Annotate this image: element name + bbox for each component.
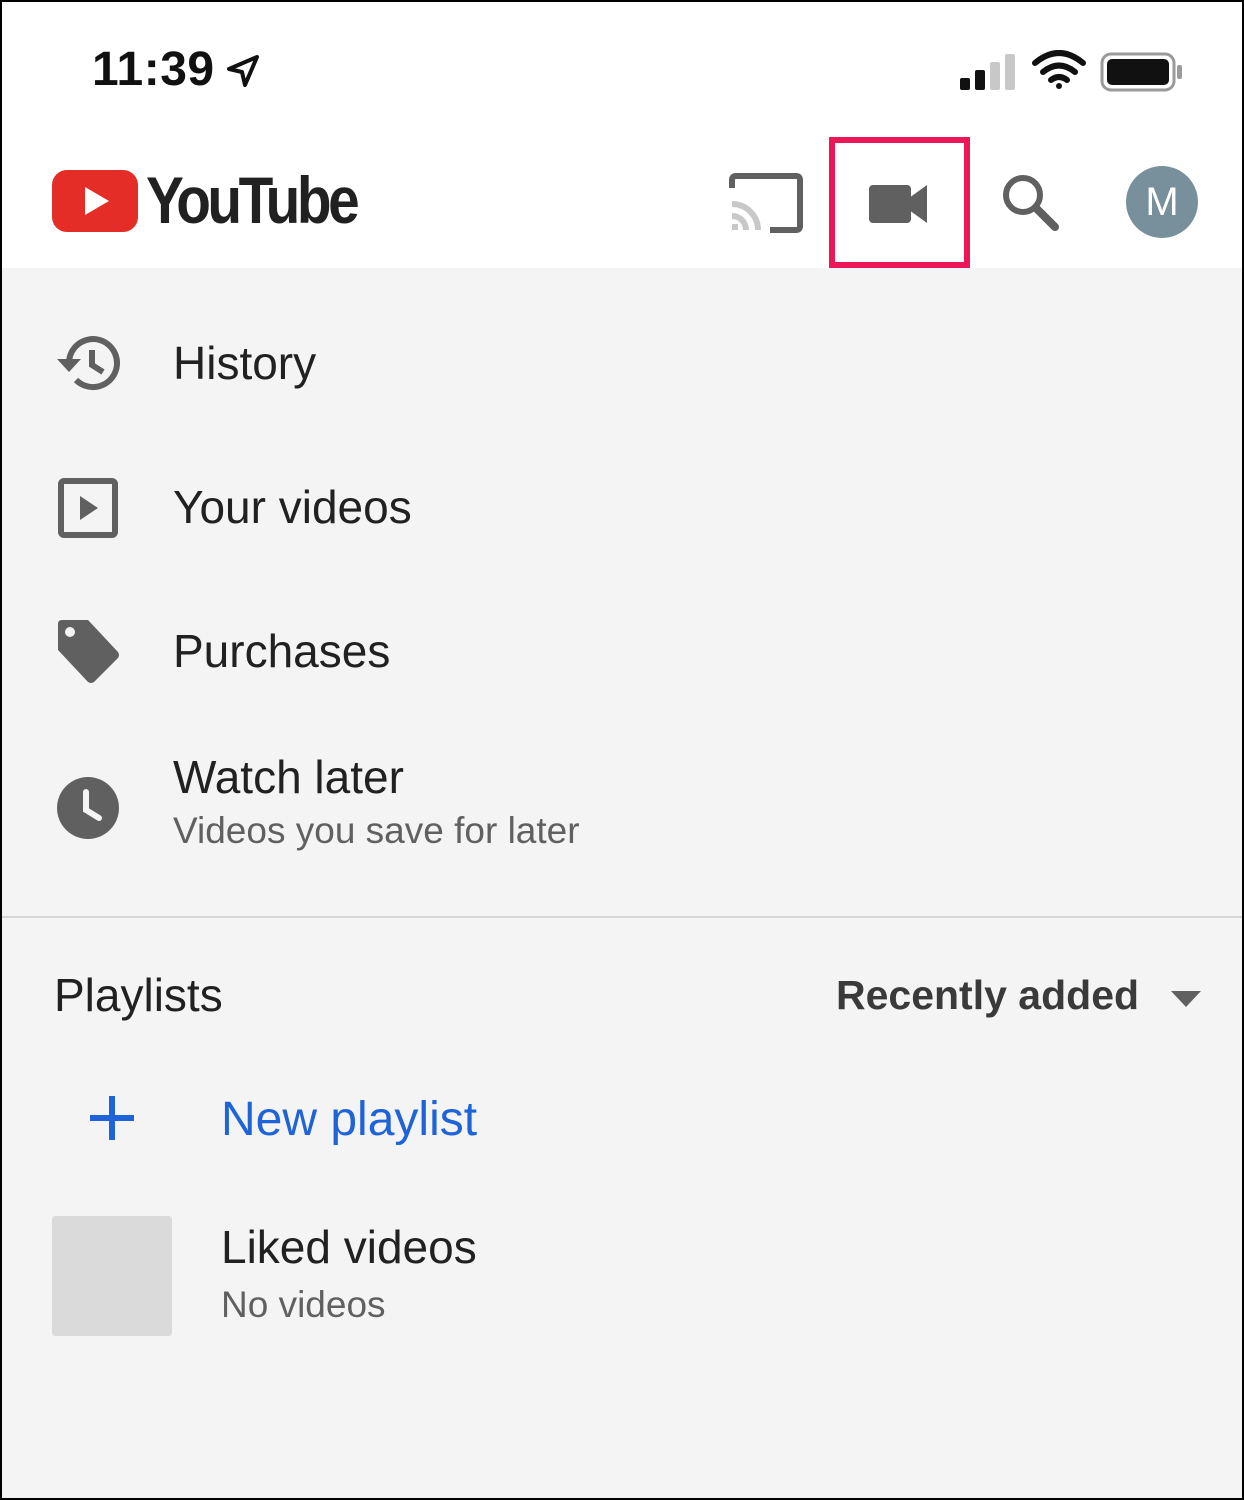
- playlist-title: Liked videos: [221, 1221, 477, 1273]
- new-playlist-button[interactable]: New playlist: [2, 1082, 1242, 1162]
- search-icon[interactable]: [1000, 172, 1060, 232]
- account-avatar[interactable]: M: [1126, 166, 1198, 238]
- caret-down-icon: [1171, 991, 1201, 1007]
- playlist-item-liked-videos[interactable]: Liked videos No videos: [2, 1214, 1242, 1338]
- menu-label-your-videos: Your videos: [173, 481, 412, 533]
- youtube-logo-icon[interactable]: [52, 170, 138, 232]
- cast-icon[interactable]: [728, 172, 804, 234]
- playlists-heading: Playlists: [54, 969, 223, 1021]
- youtube-wordmark: YouTube: [146, 163, 360, 237]
- app-screen: 11:39 YouTube M History Your videos Purc…: [0, 0, 1244, 1500]
- section-divider: [2, 916, 1242, 918]
- tag-icon: [58, 620, 119, 683]
- video-camera-icon: [869, 185, 927, 223]
- menu-item-watch-later[interactable]: Watch later Videos you save for later: [2, 742, 1242, 872]
- wifi-icon: [1032, 50, 1086, 89]
- play-box-icon: [58, 478, 118, 538]
- history-icon: [57, 336, 120, 391]
- menu-item-history[interactable]: History: [2, 318, 1242, 408]
- clock-icon: [57, 777, 119, 839]
- status-time: 11:39: [92, 43, 215, 96]
- menu-item-purchases[interactable]: Purchases: [2, 606, 1242, 696]
- create-video-button[interactable]: [829, 137, 970, 268]
- sort-selected-label: Recently added: [836, 972, 1140, 1018]
- cellular-signal-icon: [960, 54, 1015, 90]
- playlist-sort-dropdown[interactable]: Recently added: [836, 972, 1216, 1026]
- battery-icon: [1100, 52, 1182, 92]
- location-arrow-icon: [227, 55, 259, 87]
- status-bar: 11:39: [2, 2, 1242, 132]
- menu-label-history: History: [173, 337, 317, 389]
- new-playlist-label: New playlist: [221, 1093, 478, 1146]
- plus-icon: [90, 1096, 134, 1140]
- menu-label-watch-later: Watch later: [173, 751, 404, 803]
- menu-sublabel-watch-later: Videos you save for later: [173, 810, 580, 851]
- playlist-thumbnail: [52, 1216, 172, 1336]
- app-bar: YouTube M: [2, 132, 1242, 268]
- menu-item-your-videos[interactable]: Your videos: [2, 462, 1242, 552]
- menu-label-purchases: Purchases: [173, 625, 391, 677]
- playlist-subtitle: No videos: [221, 1284, 386, 1325]
